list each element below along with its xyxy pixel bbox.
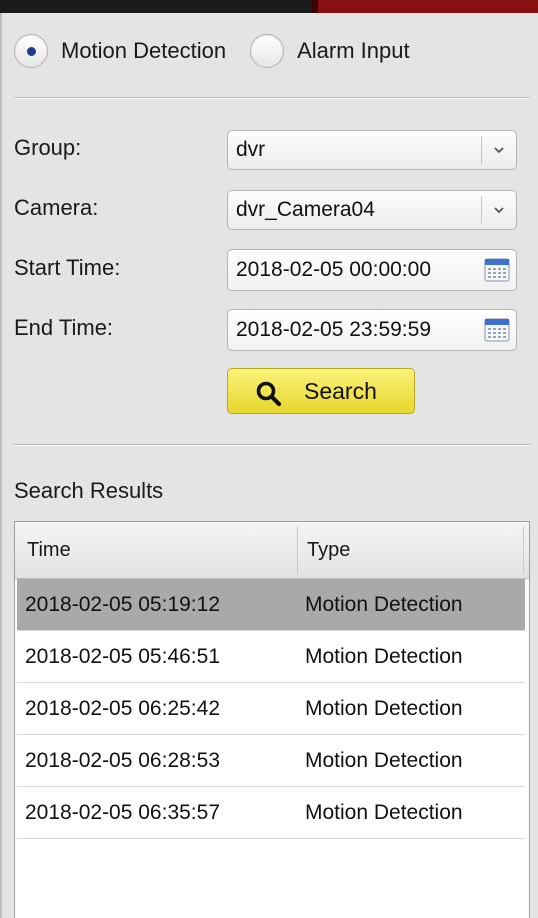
chevron-down-icon[interactable] [493,144,505,156]
camera-select[interactable]: dvr_Camera04 [227,190,517,230]
group-label: Group: [14,135,82,160]
camera-select-value: dvr_Camera04 [236,198,375,221]
radio-button-alarm[interactable] [250,34,285,68]
group-select-separator [481,136,482,164]
table-row[interactable]: 2018-02-05 06:28:53 Motion Detection [17,735,525,787]
camera-select-separator [481,196,482,224]
row-type: Motion Detection [305,749,463,772]
results-table: Time Type 2018-02-05 05:19:12 Motion Det… [14,521,530,918]
table-row[interactable]: 2018-02-05 06:35:57 Motion Detection [17,787,525,839]
mode-radio-group: Motion Detection Alarm Input [14,32,434,70]
group-select-value: dvr [236,138,266,161]
divider-top [14,97,530,99]
calendar-icon[interactable] [483,316,511,344]
table-row[interactable]: 2018-02-05 05:19:12 Motion Detection [17,579,525,631]
radio-label-alarm: Alarm Input [297,38,410,63]
radio-button-motion[interactable] [14,34,48,68]
start-time-label: Start Time: [14,255,121,280]
start-time-value: 2018-02-05 00:00:00 [236,258,431,281]
row-time: 2018-02-05 05:19:12 [25,593,220,616]
search-results-title: Search Results [14,478,164,503]
magnifier-icon [256,381,282,407]
panel-left-edge [0,13,2,918]
row-type: Motion Detection [305,645,463,668]
table-row[interactable]: 2018-02-05 06:25:42 Motion Detection [17,683,525,735]
radio-motion-detection[interactable]: Motion Detection [14,34,226,68]
calendar-icon[interactable] [483,256,511,284]
column-header-time[interactable]: Time [27,522,71,578]
end-time-field[interactable]: 2018-02-05 23:59:59 [227,309,517,351]
search-button-label: Search [304,378,377,404]
table-row[interactable]: 2018-02-05 05:46:51 Motion Detection [17,631,525,683]
row-time: 2018-02-05 06:35:57 [25,801,220,824]
row-type: Motion Detection [305,593,463,616]
column-header-type[interactable]: Type [307,522,350,578]
row-time: 2018-02-05 06:28:53 [25,749,220,772]
radio-alarm-input[interactable]: Alarm Input [250,34,410,68]
camera-label: Camera: [14,195,99,220]
column-separator [297,526,298,574]
results-table-header: Time Type [15,522,529,579]
top-bar [0,0,538,13]
chevron-down-icon[interactable] [493,204,505,216]
top-bar-accent [318,0,538,13]
group-select[interactable]: dvr [227,130,517,170]
column-separator [523,526,524,574]
row-type: Motion Detection [305,801,463,824]
end-time-value: 2018-02-05 23:59:59 [236,318,431,341]
end-time-label: End Time: [14,315,114,340]
row-time: 2018-02-05 05:46:51 [25,645,220,668]
search-button[interactable]: Search [227,368,415,414]
radio-selected-dot [26,46,36,56]
start-time-field[interactable]: 2018-02-05 00:00:00 [227,249,517,291]
radio-label-motion: Motion Detection [61,38,227,63]
row-type: Motion Detection [305,697,463,720]
divider-middle [14,444,530,446]
row-time: 2018-02-05 06:25:42 [25,697,220,720]
